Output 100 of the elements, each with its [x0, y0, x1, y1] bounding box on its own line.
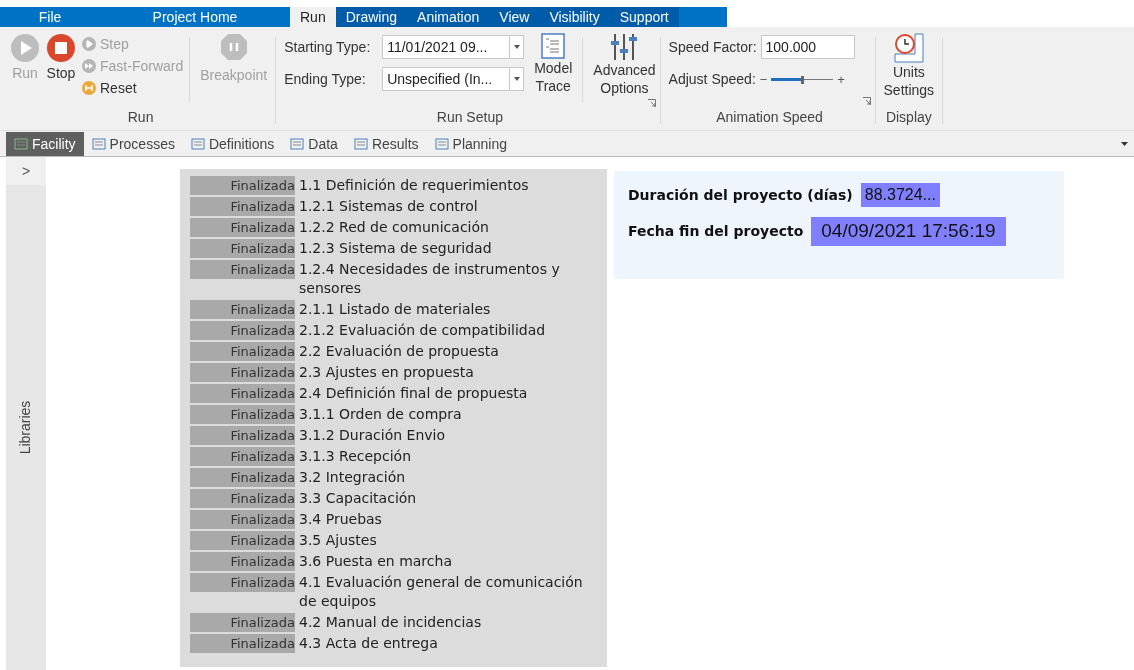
status-label: Finalizada — [190, 239, 295, 258]
menu-tab[interactable]: Support — [609, 7, 679, 27]
summary-value: 88.3724... — [860, 183, 940, 207]
task-name: 1.2.2 Red de comunicación — [299, 218, 490, 237]
tab-icon — [434, 138, 449, 150]
expand-button[interactable]: > — [21, 157, 31, 185]
caret-icon[interactable] — [1121, 142, 1128, 146]
group-title: Display — [884, 108, 933, 127]
slider-thumb[interactable] — [801, 75, 805, 84]
units-settings-button[interactable]: Units Settings — [883, 33, 935, 107]
clock-ruler-icon — [892, 33, 925, 63]
speed-factor-field[interactable]: 100.000 — [760, 35, 855, 59]
speed-slider[interactable] — [771, 74, 834, 85]
status-label: Finalizada — [190, 531, 295, 550]
step-icon — [82, 37, 96, 51]
task-name: 4.2 Manual de incidencias — [299, 613, 483, 632]
reset-icon — [82, 81, 96, 95]
task-name: 2.3 Ajustes en propuesta — [299, 363, 475, 382]
task-name: 3.1.2 Duración Envio — [299, 426, 446, 445]
status-label: Finalizada — [190, 552, 295, 571]
status-label: Finalizada — [190, 300, 295, 319]
field-label: Speed Factor: — [668, 37, 757, 57]
advanced-options-button[interactable]: Advanced Options — [593, 33, 656, 97]
status-label: Finalizada — [190, 468, 295, 487]
group-title: Animation Speed — [715, 108, 824, 127]
sliders-icon — [609, 33, 640, 61]
summary-label: Duración del proyecto (días) — [628, 185, 853, 205]
task-name: 2.1.1 Listado de materiales — [299, 300, 492, 319]
status-label: Finalizada — [190, 634, 295, 653]
caret-icon — [513, 45, 520, 49]
status-label: Finalizada — [190, 489, 295, 508]
play-icon — [10, 33, 40, 63]
menu-tab[interactable]: Project Home — [100, 7, 290, 27]
ribbon-small-button[interactable]: Reset — [82, 79, 184, 97]
task-name: 3.2 Integración — [299, 468, 407, 487]
caret-icon — [513, 77, 520, 81]
status-label: Finalizada — [190, 363, 295, 382]
menu-tab[interactable]: Visibility — [539, 7, 610, 27]
status-label: Finalizada — [190, 260, 295, 279]
task-name: 4.1 Evaluación general de comunicación de equipos — [299, 573, 584, 611]
task-name: 2.1.2 Evaluación de compatibilidad — [299, 321, 547, 340]
status-label: Finalizada — [190, 384, 295, 403]
group-title: Run — [126, 108, 155, 127]
model-trace-button[interactable]: Model Trace — [534, 33, 573, 107]
stop-icon — [46, 33, 76, 63]
menu-tab[interactable]: View — [489, 7, 540, 27]
tab-icon — [290, 138, 305, 150]
tab-icon — [91, 138, 106, 150]
dropdown[interactable]: Unspecified (In... — [382, 67, 525, 91]
document-list-icon — [541, 33, 566, 59]
status-label: Finalizada — [190, 613, 295, 632]
plus-sign: + — [837, 70, 845, 89]
menu-tab[interactable]: Drawing — [335, 7, 408, 27]
status-label: Finalizada — [190, 447, 295, 466]
document-tab[interactable]: Data — [282, 132, 346, 156]
document-tab[interactable]: Planning — [426, 132, 516, 156]
task-name: 3.5 Ajustes — [299, 531, 378, 550]
dialog-launcher-icon[interactable] — [647, 99, 656, 107]
status-label: Finalizada — [190, 342, 295, 361]
field-label: Adjust Speed: — [668, 70, 756, 89]
summary-label: Fecha fin del proyecto — [628, 221, 804, 241]
task-name: 1.1 Definición de requerimientos — [299, 176, 530, 195]
status-label: Finalizada — [190, 218, 295, 237]
status-label: Finalizada — [190, 510, 295, 529]
menu-tab[interactable]: Animation — [407, 7, 490, 27]
menu-tab[interactable]: File — [0, 7, 100, 27]
field-label: Starting Type: — [284, 37, 372, 57]
task-name: 3.1.1 Orden de compra — [299, 405, 463, 424]
group-title: Run Setup — [435, 108, 504, 127]
fast-forward-icon — [82, 59, 96, 73]
document-tab[interactable]: Definitions — [182, 132, 283, 156]
dialog-launcher-icon[interactable] — [862, 97, 871, 105]
minus-sign: − — [759, 70, 768, 89]
task-name: 1.2.3 Sistema de seguridad — [299, 239, 493, 258]
task-name: 3.3 Capacitación — [299, 489, 418, 508]
status-label: Finalizada — [190, 573, 295, 592]
field-label: Ending Type: — [284, 69, 367, 89]
stop-button[interactable]: Stop — [46, 33, 76, 107]
document-tab[interactable]: Processes — [83, 132, 183, 156]
libraries-label[interactable]: Libraries — [15, 400, 37, 455]
task-name: 3.6 Puesta en marcha — [299, 552, 453, 571]
dropdown[interactable]: 11/01/2021 09... — [382, 35, 525, 59]
status-label: Finalizada — [190, 426, 295, 445]
status-label: Finalizada — [190, 176, 295, 195]
status-label: Finalizada — [190, 197, 295, 216]
pause-octagon-icon — [219, 33, 248, 61]
summary-value: 04/09/2021 17:56:19 — [811, 217, 1006, 246]
document-tab[interactable]: Facility — [6, 132, 84, 156]
status-label: Finalizada — [190, 321, 295, 340]
task-name: 2.4 Definición final de propuesta — [299, 384, 529, 403]
document-tab[interactable]: Results — [345, 132, 427, 156]
status-label: Finalizada — [190, 405, 295, 424]
task-name: 1.2.1 Sistemas de control — [299, 197, 479, 216]
tab-icon — [14, 138, 28, 150]
tab-icon — [190, 138, 205, 150]
task-name: 1.2.4 Necesidades de instrumentos y sensores — [299, 260, 561, 298]
task-name: 2.2 Evaluación de propuesta — [299, 342, 500, 361]
menu-tab[interactable]: Run — [290, 7, 336, 27]
task-name: 3.4 Pruebas — [299, 510, 383, 529]
task-name: 4.3 Acta de entrega — [299, 634, 439, 653]
